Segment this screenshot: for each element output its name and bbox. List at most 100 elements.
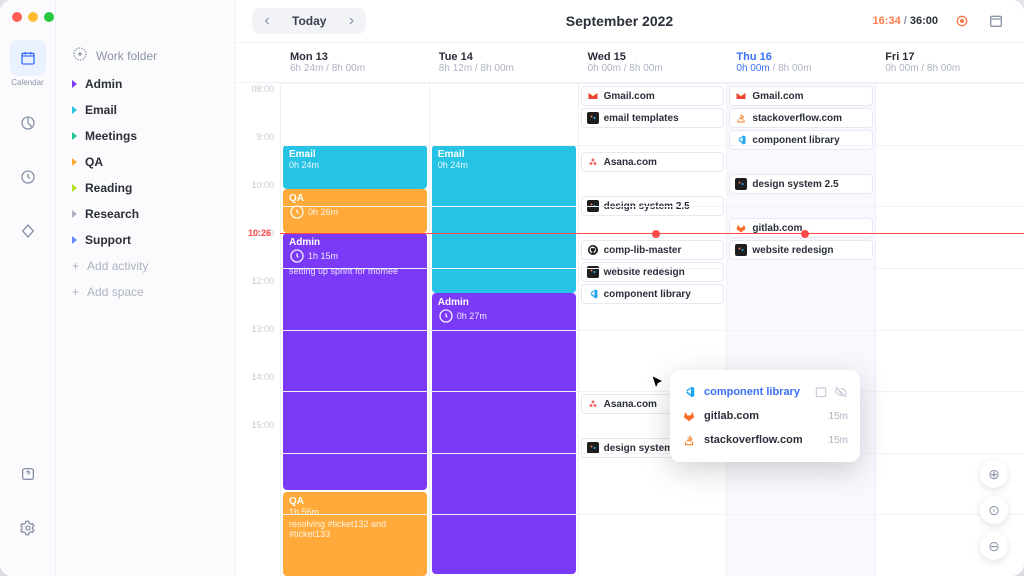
popover-row[interactable]: stackoverflow.com 15m — [682, 428, 848, 452]
activity-chip[interactable]: email templates — [581, 108, 725, 128]
date-nav: ‹ Today › — [252, 8, 366, 34]
activity-chip[interactable]: website redesign — [729, 240, 873, 260]
day-header-col[interactable]: Wed 15 0h 00m / 8h 00m — [578, 43, 727, 82]
eye-off-icon[interactable] — [834, 385, 848, 399]
stack-icon — [735, 112, 747, 124]
block-sub: 1h 15m — [289, 248, 421, 264]
help-tab[interactable] — [10, 456, 46, 492]
sidebar-item-research[interactable]: Research — [64, 201, 227, 227]
sidebar-item-email[interactable]: Email — [64, 97, 227, 123]
add-space-label: Add space — [87, 285, 144, 299]
vscode-icon — [682, 385, 696, 399]
maximize-window[interactable] — [44, 12, 54, 22]
focus-icon[interactable] — [950, 9, 974, 33]
zoom-in-button[interactable]: ⊕ — [980, 460, 1008, 488]
figma-icon — [587, 112, 599, 124]
popover-row[interactable]: gitlab.com 15m — [682, 404, 848, 428]
close-window[interactable] — [12, 12, 22, 22]
minimize-window[interactable] — [28, 12, 38, 22]
chip-label: Asana.com — [604, 157, 657, 168]
activity-block[interactable]: Email 0h 24m — [432, 145, 576, 293]
clock-tab[interactable] — [10, 159, 46, 195]
triangle-icon — [72, 80, 77, 88]
zoom-controls: ⊕ ⊙ ⊖ — [980, 460, 1008, 560]
app-window: Calendar Work folder Admin — [0, 0, 1024, 576]
pie-tab[interactable] — [10, 105, 46, 141]
block-title: QA — [289, 496, 421, 507]
sidebar-item-admin[interactable]: Admin — [64, 71, 227, 97]
day-sub: 0h 00m / 8h 00m — [736, 63, 865, 74]
add-activity[interactable]: + Add activity — [64, 253, 227, 279]
hour-label: 10:00 — [236, 179, 274, 227]
block-sub: 0h 24m — [289, 160, 421, 170]
activity-block[interactable]: Admin 0h 27m — [432, 293, 576, 574]
topbar: ‹ Today › September 2022 16:34 / 36:00 — [236, 0, 1024, 43]
day-header-col[interactable]: Mon 13 6h 24m / 8h 00m — [280, 43, 429, 82]
activity-chip[interactable]: Asana.com — [581, 152, 725, 172]
triangle-icon — [72, 184, 77, 192]
day-header-col[interactable]: Thu 16 0h 00m / 8h 00m — [726, 43, 875, 82]
chip-label: gitlab.com — [752, 223, 802, 234]
activity-block[interactable]: QA 0h 26m — [283, 189, 427, 233]
diamond-tab[interactable] — [10, 213, 46, 249]
popover-header[interactable]: component library — [682, 380, 848, 404]
chip-label: comp-lib-master — [604, 245, 682, 256]
sidebar-item-label: Meetings — [85, 129, 137, 143]
today-button[interactable]: Today — [282, 14, 336, 28]
triangle-icon — [72, 236, 77, 244]
settings-tab[interactable] — [10, 510, 46, 546]
activity-chip[interactable]: website redesign — [581, 262, 725, 282]
activity-chip[interactable]: component library — [729, 130, 873, 150]
day-name: Mon 13 — [290, 51, 419, 63]
activity-block[interactable]: Admin 1h 15m setting up sprint for momee — [283, 233, 427, 489]
activity-chip[interactable]: stackoverflow.com — [729, 108, 873, 128]
block-title: Admin — [438, 297, 570, 308]
calendar-small-icon[interactable] — [814, 385, 828, 399]
day-header-col[interactable]: Tue 14 8h 12m / 8h 00m — [429, 43, 578, 82]
activity-block[interactable]: QA 1h 56m resolving #ticket132 and #tick… — [283, 492, 427, 576]
add-space[interactable]: + Add space — [64, 279, 227, 305]
plus-icon: + — [72, 259, 79, 273]
sidebar-item-support[interactable]: Support — [64, 227, 227, 253]
sidebar-item-label: Email — [85, 103, 117, 117]
now-line: 10:26 — [280, 233, 1024, 234]
activity-chip[interactable]: Gmail.com — [581, 86, 725, 106]
block-sub: 0h 27m — [438, 308, 570, 324]
hour-label: 12:00 — [236, 275, 274, 323]
chip-label: Gmail.com — [752, 91, 803, 102]
next-button[interactable]: › — [336, 8, 366, 34]
activity-chip[interactable]: design system 2.5 — [729, 174, 873, 194]
zoom-reset-button[interactable]: ⊙ — [980, 496, 1008, 524]
prev-button[interactable]: ‹ — [252, 8, 282, 34]
chip-label: design system 2.5 — [752, 179, 838, 190]
activity-chip[interactable]: component library — [581, 284, 725, 304]
activity-chip[interactable]: comp-lib-master — [581, 240, 725, 260]
figma-icon — [735, 244, 747, 256]
popover-title: component library — [704, 386, 806, 398]
workfolder-header[interactable]: Work folder — [64, 40, 227, 71]
activity-chip[interactable]: Gmail.com — [729, 86, 873, 106]
activity-block[interactable]: Email 0h 24m — [283, 145, 427, 189]
hour-label: 08:00 — [236, 83, 274, 131]
day-header-col[interactable]: Fri 17 0h 00m / 8h 00m — [875, 43, 1024, 82]
hour-label: 14:00 — [236, 371, 274, 419]
sidebar-item-reading[interactable]: Reading — [64, 175, 227, 201]
hour-label: 9:00 — [236, 131, 274, 179]
calendar-picker-icon[interactable] — [984, 9, 1008, 33]
popover-row-time: 15m — [829, 411, 848, 422]
gmail-icon — [735, 90, 747, 102]
block-sub: 1h 56m — [289, 507, 421, 517]
day-name: Wed 15 — [588, 51, 717, 63]
triangle-icon — [72, 210, 77, 218]
chip-label: email templates — [604, 113, 679, 124]
calendar-tab[interactable] — [10, 40, 46, 76]
sidebar-item-label: Research — [85, 207, 139, 221]
sidebar-item-meetings[interactable]: Meetings — [64, 123, 227, 149]
sidebar-item-qa[interactable]: QA — [64, 149, 227, 175]
chip-label: Gmail.com — [604, 91, 655, 102]
iconbar: Calendar — [0, 0, 56, 576]
chip-label: component library — [604, 289, 691, 300]
zoom-out-button[interactable]: ⊖ — [980, 532, 1008, 560]
github-icon — [587, 244, 599, 256]
popover-row-time: 15m — [829, 435, 848, 446]
